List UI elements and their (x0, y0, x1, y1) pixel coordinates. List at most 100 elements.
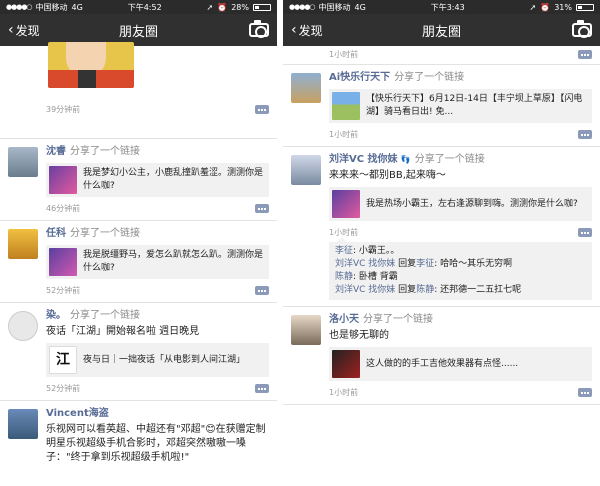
comment[interactable]: 刘洋VC 找你妹 回复陈静: 还邦德一二五扛七呢 (335, 284, 586, 297)
back-button[interactable]: ‹ 发现 (291, 22, 323, 39)
post-meta: 1小时前 (329, 226, 592, 238)
user-name[interactable]: 洛小天 (329, 314, 359, 325)
post-meta: 52分钟前 (46, 284, 269, 296)
comment-icon[interactable] (578, 387, 592, 397)
post-meta: 1小时前 (329, 128, 592, 140)
link-card[interactable]: 我是梦幻小公主，小鹿乱撞趴羞涩。测测你是什么咖? (46, 163, 269, 197)
link-card[interactable]: 【快乐行天下】6月12日-14日【丰宁坝上草原】【闪电湖】骑马看日出! 免... (329, 89, 592, 123)
alarm-icon: ⏰ (540, 2, 551, 12)
link-title: 我是梦幻小公主，小鹿乱撞趴羞涩。测测你是什么咖? (83, 168, 264, 191)
left-screen: ●●●●○ 中国移动 4G 下午4:52 ➚ ⏰ 28% ‹ 发现 朋友圈 39… (0, 0, 277, 486)
avatar[interactable] (291, 315, 321, 345)
page-title: 朋友圈 (421, 24, 461, 40)
camera-icon[interactable] (249, 20, 269, 38)
back-label: 发现 (298, 23, 323, 38)
network-label: 4G (354, 2, 366, 12)
post-action: 分享了一个链接 (394, 72, 465, 83)
back-label: 发现 (15, 23, 40, 38)
nav-bar: ‹ 发现 朋友圈 (0, 14, 277, 46)
link-thumbnail (332, 350, 360, 378)
comment-author[interactable]: 李征 (335, 246, 353, 256)
moments-feed[interactable]: 39分钟前 沈睿 分享了一个链接 我是梦幻小公主，小鹿乱撞趴羞涩。测测你是什么咖?… (0, 42, 277, 486)
post-time: 46分钟前 (46, 203, 81, 213)
comment-author[interactable]: 刘洋VC 找你妹 (335, 285, 395, 295)
post-time: 1小时前 (329, 227, 359, 237)
post: 任科 分享了一个链接 我是脱缰野马，爱怎么趴就怎么趴。测测你是什么咖? 52分钟前 (0, 221, 277, 303)
post-text: 夜话「江湖」開始報名啦 週日晚見 (46, 326, 200, 337)
link-card[interactable]: 这人做的的手工吉他效果器有点怪...... (329, 347, 592, 381)
avatar[interactable] (291, 73, 321, 103)
post-time: 1小时前 (329, 387, 359, 397)
post-meta: 46分钟前 (46, 202, 269, 214)
moments-feed[interactable]: 1小时前 Ai快乐行天下 分享了一个链接 【快乐行天下】6月12日-14日【丰宁坝… (283, 46, 600, 486)
signal-icon: ●●●●○ (289, 3, 316, 11)
comment-body: 还邦德一二五扛七呢 (440, 285, 522, 295)
post-action: 分享了一个链接 (70, 310, 140, 321)
post-meta: 39分钟前 (46, 103, 269, 115)
post-time: 1小时前 (329, 49, 359, 59)
avatar[interactable] (8, 147, 38, 177)
reply-target[interactable]: 陈静 (416, 285, 434, 295)
link-card[interactable]: 我是热场小霸王，左右逢源聊到嗨。测测你是什么咖? (329, 187, 592, 221)
user-name[interactable]: Ai快乐行天下 (329, 72, 390, 83)
comment-icon[interactable] (578, 129, 592, 139)
status-bar: ●●●●○ 中国移动 4G 下午4:52 ➚ ⏰ 28% (0, 0, 277, 14)
network-label: 4G (71, 2, 83, 12)
link-title: 我是热场小霸王，左右逢源聊到嗨。测测你是什么咖? (366, 198, 578, 209)
user-name[interactable]: 沈睿 (46, 146, 66, 157)
comment-author[interactable]: 刘洋VC 找你妹 (335, 259, 395, 269)
battery-percent: 28% (231, 2, 249, 12)
post-time: 39分钟前 (46, 104, 81, 114)
comment-icon[interactable] (255, 104, 269, 114)
comment-icon[interactable] (255, 285, 269, 295)
comment-icon[interactable] (255, 203, 269, 213)
post-photo: 39分钟前 (0, 42, 277, 139)
clock: 下午4:52 (127, 2, 162, 12)
user-name[interactable]: 刘洋VC 找你妹 (329, 154, 398, 165)
comment[interactable]: 李征: 小霸王。。 (335, 245, 586, 258)
comment-icon[interactable] (578, 227, 592, 237)
comments-box: 李征: 小霸王。。 刘洋VC 找你妹 回复李征: 哈哈～其乐无穷啊 陈静: 卧槽… (329, 237, 592, 300)
post-time: 52分钟前 (46, 383, 81, 393)
avatar[interactable] (8, 409, 38, 439)
link-thumbnail (49, 248, 77, 276)
link-title: 【快乐行天下】6月12日-14日【丰宁坝上草原】【闪电湖】骑马看日出! 免... (366, 94, 583, 117)
nav-bar: ‹ 发现 朋友圈 (283, 14, 600, 46)
user-name[interactable]: 染。 (46, 310, 66, 321)
link-thumbnail: 江 (49, 346, 77, 374)
comment[interactable]: 陈静: 卧槽 背霸 (335, 271, 586, 284)
comment-author[interactable]: 陈静 (335, 272, 353, 282)
chevron-left-icon: ‹ (8, 22, 14, 38)
carrier-label: 中国移动 (35, 2, 68, 12)
photo-image[interactable] (48, 42, 134, 88)
post-text: 也是够无聊的 (329, 330, 389, 341)
post: 刘洋VC 找你妹 👣 分享了一个链接 来来来～都别BB,起来嗨～ 我是热场小霸王，… (283, 147, 600, 307)
user-name[interactable]: 任科 (46, 228, 66, 239)
link-card[interactable]: 我是脱缰野马，爱怎么趴就怎么趴。测测你是什么咖? (46, 245, 269, 279)
post-meta: 52分钟前 (46, 382, 269, 394)
reply-target[interactable]: 李征 (416, 259, 434, 269)
post-tail: 1小时前 (283, 46, 600, 65)
avatar[interactable] (291, 155, 321, 185)
battery-percent: 31% (554, 2, 572, 12)
location-icon: ➚ (529, 2, 537, 12)
back-button[interactable]: ‹ 发现 (8, 22, 40, 39)
link-card[interactable]: 江 夜与日｜一拙夜话「从电影到人间江湖」 (46, 343, 269, 377)
link-thumbnail (332, 190, 360, 218)
link-thumbnail (332, 92, 360, 120)
alarm-icon: ⏰ (217, 2, 228, 12)
status-bar: ●●●●○ 中国移动 4G 下午3:43 ➚ ⏰ 31% (283, 0, 600, 14)
comment-icon[interactable] (255, 383, 269, 393)
link-title: 我是脱缰野马，爱怎么趴就怎么趴。测测你是什么咖? (83, 250, 264, 273)
comment[interactable]: 刘洋VC 找你妹 回复李征: 哈哈～其乐无穷啊 (335, 258, 586, 271)
camera-icon[interactable] (572, 20, 592, 38)
post: 洛小天 分享了一个链接 也是够无聊的 这人做的的手工吉他效果器有点怪...... … (283, 307, 600, 405)
comment-body: 哈哈～其乐无穷啊 (440, 259, 513, 269)
post: 染。 分享了一个链接 夜话「江湖」開始報名啦 週日晚見 江 夜与日｜一拙夜话「从电… (0, 303, 277, 401)
post-action: 分享了一个链接 (414, 154, 485, 165)
post-action: 分享了一个链接 (70, 146, 140, 157)
avatar[interactable] (8, 229, 38, 259)
user-name[interactable]: Vincent海盗 (46, 408, 109, 419)
avatar[interactable] (8, 311, 38, 341)
comment-icon[interactable] (578, 49, 592, 59)
